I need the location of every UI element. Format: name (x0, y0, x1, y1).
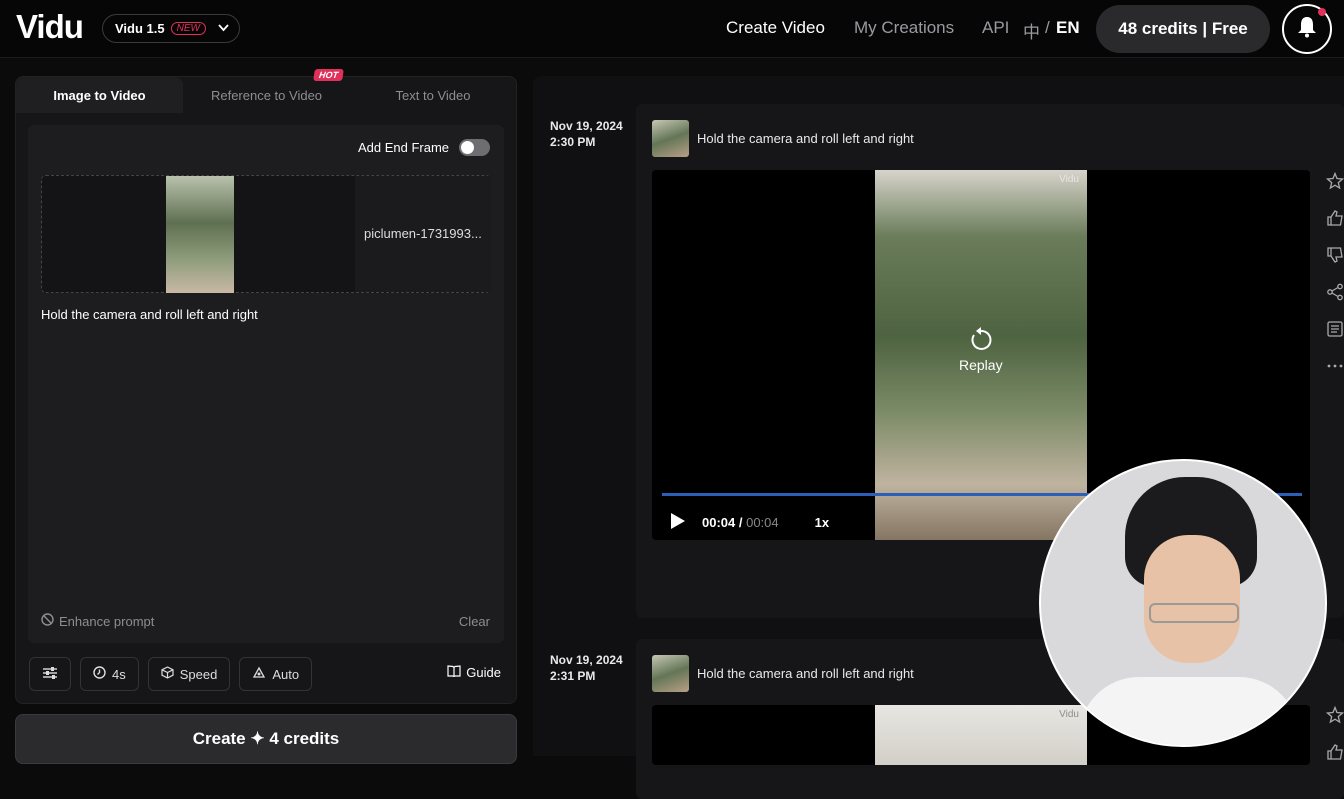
hot-badge: HOT (313, 69, 344, 81)
star-icon[interactable] (1325, 171, 1344, 190)
share-icon[interactable] (1326, 283, 1344, 301)
creation-time: 2:30 PM (550, 135, 596, 149)
creation-prompt: Hold the camera and roll left and right (697, 666, 914, 681)
model-version-dropdown[interactable]: Vidu 1.5 NEW (102, 14, 240, 43)
end-frame-label: Add End Frame (357, 140, 449, 155)
bell-icon (1297, 16, 1317, 43)
creation-time: 2:31 PM (550, 669, 596, 683)
clock-icon (93, 666, 106, 682)
mode-tabs: Image to Video Reference to Video Text t… (16, 69, 516, 113)
tab-reference-to-video[interactable]: Reference to Video (183, 77, 350, 113)
file-name: piclumen-1731993... (364, 226, 482, 241)
more-icon[interactable] (1326, 357, 1344, 375)
enhance-prompt-label: Enhance prompt (59, 613, 155, 629)
thumbs-up-icon[interactable] (1326, 743, 1344, 761)
vidu-logo[interactable]: Vidu (16, 8, 84, 46)
creation-timestamp: Nov 19, 2024 2:31 PM (550, 652, 623, 684)
prompt-area: Add End Frame piclumen-1731993... Hold t… (28, 125, 504, 643)
book-icon (447, 665, 461, 680)
video-time: 00:04 / 00:04 (702, 515, 779, 530)
credits-button[interactable]: 48 credits | Free (1096, 5, 1270, 53)
motion-icon (252, 666, 266, 682)
duration-value: 4s (112, 666, 126, 682)
thumbs-up-icon[interactable] (1326, 209, 1344, 227)
guide-link[interactable]: Guide (447, 665, 501, 680)
thumbs-down-icon[interactable] (1326, 246, 1344, 264)
movement-value: Auto (272, 666, 300, 682)
source-image-thumbnail[interactable] (652, 120, 689, 157)
vidu-watermark: Vidu (1059, 709, 1079, 720)
speed-option[interactable]: Speed (147, 657, 231, 691)
lang-cn[interactable]: 中 (1023, 18, 1040, 43)
creation-timestamp: Nov 19, 2024 2:30 PM (550, 118, 623, 150)
video-time-current: 00:04 (702, 515, 736, 530)
prompt-text[interactable]: Hold the camera and roll left and right (41, 307, 258, 322)
presenter-shirt (1079, 677, 1299, 745)
presenter-webcam-overlay (1039, 459, 1327, 747)
create-panel: Image to Video Reference to Video Text t… (15, 69, 517, 704)
sliders-icon (42, 666, 58, 683)
chevron-down-icon (218, 23, 229, 35)
ban-icon (41, 613, 54, 629)
video-frame: Vidu (875, 705, 1087, 765)
generation-options: 4s Speed Auto (29, 657, 313, 691)
play-icon[interactable] (670, 512, 686, 533)
presenter-glasses (1149, 603, 1239, 623)
card-actions (1325, 171, 1344, 375)
nav-api[interactable]: API (982, 18, 1009, 38)
star-icon[interactable] (1325, 705, 1344, 724)
nav-create-video[interactable]: Create Video (726, 18, 825, 38)
cube-icon (161, 666, 174, 682)
creation-date: Nov 19, 2024 (550, 119, 623, 133)
vidu-watermark: Vidu (1059, 174, 1079, 185)
presenter-face (1144, 535, 1240, 663)
tab-text-to-video[interactable]: Text to Video (350, 77, 516, 113)
end-frame-toggle[interactable] (459, 139, 490, 156)
video-time-total: 00:04 (746, 515, 779, 530)
lang-separator: / (1045, 18, 1050, 37)
top-bar: Vidu Vidu 1.5 NEW Create Video My Creati… (0, 0, 1344, 58)
notification-dot (1318, 8, 1326, 16)
model-version-label: Vidu 1.5 (115, 21, 165, 36)
card-actions (1325, 705, 1344, 761)
new-badge: NEW (170, 22, 206, 35)
settings-button[interactable] (29, 657, 71, 691)
speed-value: Speed (179, 666, 218, 682)
notifications-button[interactable] (1282, 4, 1332, 54)
clear-button[interactable]: Clear (459, 614, 490, 629)
source-image-thumbnail[interactable] (652, 655, 689, 692)
tab-image-to-video[interactable]: Image to Video (16, 77, 183, 113)
end-frame-control: Add End Frame (358, 139, 490, 156)
lang-en[interactable]: EN (1056, 18, 1080, 38)
details-icon[interactable] (1326, 320, 1344, 338)
uploaded-image-thumbnail (166, 176, 234, 293)
replay-button[interactable]: Replay (959, 326, 1003, 373)
creation-prompt: Hold the camera and roll left and right (697, 131, 914, 146)
video-controls: 00:04 / 00:04 1x (670, 512, 829, 533)
nav-my-creations[interactable]: My Creations (854, 18, 954, 38)
replay-label: Replay (959, 357, 1003, 373)
movement-option[interactable]: Auto (239, 657, 313, 691)
creation-date: Nov 19, 2024 (550, 653, 623, 667)
video-frame: Vidu Replay (875, 170, 1087, 540)
image-upload-box[interactable]: piclumen-1731993... (41, 175, 491, 293)
create-button[interactable]: Create ✦ 4 credits (15, 714, 517, 764)
enhance-prompt-button[interactable]: Enhance prompt (41, 613, 154, 629)
creation-header: Hold the camera and roll left and right (652, 120, 914, 157)
replay-icon (959, 326, 1003, 357)
playback-speed-button[interactable]: 1x (815, 515, 829, 530)
creation-header: Hold the camera and roll left and right (652, 655, 914, 692)
duration-option[interactable]: 4s (80, 657, 139, 691)
guide-label: Guide (466, 665, 501, 680)
